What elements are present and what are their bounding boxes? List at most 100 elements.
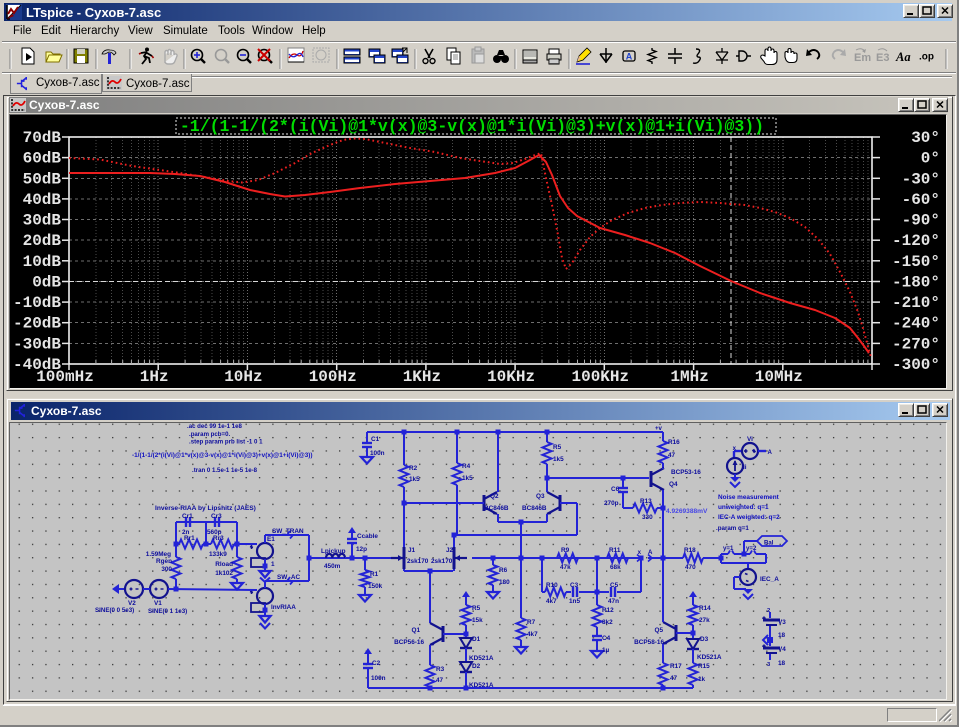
svg-text:C2: C2 bbox=[372, 660, 381, 667]
svg-text:C6: C6 bbox=[611, 486, 620, 493]
svg-text:27k: 27k bbox=[699, 617, 710, 624]
svg-text:SW_AC: SW_AC bbox=[277, 574, 300, 581]
svg-text:.ac dec 99 1e-1 1e8: .ac dec 99 1e-1 1e8 bbox=[187, 423, 242, 430]
svg-text:KD521A: KD521A bbox=[469, 655, 494, 662]
svg-text:SW_TRAN: SW_TRAN bbox=[272, 528, 304, 535]
svg-text:100n: 100n bbox=[370, 450, 385, 457]
svg-text:1k5: 1k5 bbox=[553, 456, 564, 463]
svg-text:R5: R5 bbox=[472, 605, 481, 612]
svg-text:E3: E3 bbox=[876, 52, 889, 64]
svg-text:Bal: Bal bbox=[764, 540, 774, 547]
svg-text:unweighted: q=1: unweighted: q=1 bbox=[718, 504, 769, 511]
svg-text:-150°: -150° bbox=[892, 253, 940, 271]
svg-text:Noise measurement: Noise measurement bbox=[718, 494, 780, 501]
svg-text:4k7: 4k7 bbox=[527, 631, 538, 638]
svg-text:A: A bbox=[626, 52, 633, 62]
svg-text:Rgen: Rgen bbox=[156, 558, 172, 565]
svg-text:V2: V2 bbox=[128, 600, 136, 607]
svg-text:1k5: 1k5 bbox=[462, 475, 473, 482]
svg-text:y=2: y=2 bbox=[746, 545, 757, 552]
svg-text:Lpickup: Lpickup bbox=[321, 548, 346, 555]
svg-text:SINE(0 0 5e3): SINE(0 0 5e3) bbox=[95, 607, 134, 614]
svg-text:68k: 68k bbox=[610, 564, 621, 571]
svg-text:R1: R1 bbox=[370, 571, 379, 578]
svg-text:-240°: -240° bbox=[892, 315, 940, 333]
svg-text:0°: 0° bbox=[921, 150, 940, 168]
svg-text:V3: V3 bbox=[778, 619, 786, 626]
svg-text:1µ: 1µ bbox=[602, 647, 610, 654]
svg-text:18: 18 bbox=[778, 660, 786, 667]
svg-text:R7: R7 bbox=[527, 619, 536, 626]
svg-text:-210°: -210° bbox=[892, 294, 940, 312]
svg-text:IEC-A weighted: q=2: IEC-A weighted: q=2 bbox=[718, 514, 780, 521]
svg-text:330: 330 bbox=[642, 514, 653, 521]
svg-text:J1: J1 bbox=[408, 547, 416, 554]
svg-text:2sk170: 2sk170 bbox=[431, 558, 453, 565]
svg-text:40dB: 40dB bbox=[23, 191, 62, 209]
svg-text:47: 47 bbox=[436, 677, 444, 684]
svg-text:-90°: -90° bbox=[902, 212, 940, 230]
svg-text:1MHz: 1MHz bbox=[670, 368, 708, 386]
svg-text:100Hz: 100Hz bbox=[309, 368, 357, 386]
svg-text:Ii: Ii bbox=[743, 464, 747, 471]
svg-text:270p: 270p bbox=[604, 500, 619, 507]
svg-text:10KHz: 10KHz bbox=[487, 368, 535, 386]
svg-text:.param q=1: .param q=1 bbox=[716, 525, 749, 532]
svg-text:4k7: 4k7 bbox=[546, 598, 557, 605]
svg-text:50dB: 50dB bbox=[23, 170, 62, 188]
svg-text:Rload: Rload bbox=[215, 561, 233, 568]
svg-text:C1: C1 bbox=[371, 436, 380, 443]
svg-text:18: 18 bbox=[778, 632, 786, 639]
svg-text:Q1: Q1 bbox=[411, 627, 420, 634]
svg-text:10dB: 10dB bbox=[23, 253, 62, 271]
svg-text:20dB: 20dB bbox=[23, 232, 62, 250]
svg-text:133k9: 133k9 bbox=[209, 551, 227, 558]
svg-text:Q3: Q3 bbox=[536, 493, 545, 500]
svg-text:Rr3: Rr3 bbox=[213, 535, 224, 542]
svg-text:R4: R4 bbox=[462, 463, 471, 470]
svg-text:Q4: Q4 bbox=[669, 481, 678, 488]
svg-text:InvRIAA: InvRIAA bbox=[271, 604, 296, 611]
svg-text:1Hz: 1Hz bbox=[140, 368, 169, 386]
svg-text:R11: R11 bbox=[609, 547, 621, 554]
svg-text:-300°: -300° bbox=[892, 356, 940, 374]
svg-text:C5: C5 bbox=[610, 582, 619, 589]
svg-text:-60°: -60° bbox=[902, 191, 940, 209]
svg-text:R2: R2 bbox=[409, 465, 418, 472]
svg-text:C3: C3 bbox=[570, 582, 579, 589]
svg-text:8k2: 8k2 bbox=[602, 619, 613, 626]
svg-text:R16: R16 bbox=[668, 439, 680, 446]
svg-text:-20dB: -20dB bbox=[13, 315, 61, 333]
svg-text:47: 47 bbox=[670, 675, 678, 682]
svg-text:Ccable: Ccable bbox=[357, 533, 378, 540]
svg-text:1k102: 1k102 bbox=[215, 570, 233, 577]
svg-text:60dB: 60dB bbox=[23, 150, 62, 168]
svg-text:R14: R14 bbox=[699, 605, 711, 612]
svg-text:A: A bbox=[768, 449, 773, 456]
svg-text:BC846B: BC846B bbox=[484, 505, 509, 512]
svg-text:70dB: 70dB bbox=[23, 129, 62, 147]
svg-text:R10: R10 bbox=[546, 582, 558, 589]
svg-text:Em: Em bbox=[854, 52, 871, 64]
svg-text:D1: D1 bbox=[472, 636, 481, 643]
svg-text:C4: C4 bbox=[602, 635, 611, 642]
svg-text:Rr1: Rr1 bbox=[184, 535, 195, 542]
svg-text:150k: 150k bbox=[368, 583, 383, 590]
svg-text:A: A bbox=[648, 549, 653, 556]
svg-text:R6: R6 bbox=[499, 567, 508, 574]
svg-text:R13: R13 bbox=[640, 498, 652, 505]
svg-text:-10dB: -10dB bbox=[13, 294, 61, 312]
svg-text:BCP58-16: BCP58-16 bbox=[634, 639, 664, 646]
svg-text:.param pcb=0.: .param pcb=0. bbox=[189, 431, 230, 438]
svg-text:100KHz: 100KHz bbox=[571, 368, 629, 386]
svg-text:Cr3: Cr3 bbox=[211, 513, 222, 520]
svg-text:R9: R9 bbox=[561, 547, 570, 554]
svg-text:1.59Meg: 1.59Meg bbox=[146, 551, 171, 558]
svg-text:47: 47 bbox=[668, 452, 676, 459]
svg-text:Q2: Q2 bbox=[490, 493, 499, 500]
svg-text:-270°: -270° bbox=[892, 335, 940, 353]
svg-text:15k: 15k bbox=[472, 617, 483, 624]
svg-text:D3: D3 bbox=[700, 636, 709, 643]
svg-text:BCP56-16: BCP56-16 bbox=[394, 639, 424, 646]
svg-text:100n: 100n bbox=[371, 675, 386, 682]
